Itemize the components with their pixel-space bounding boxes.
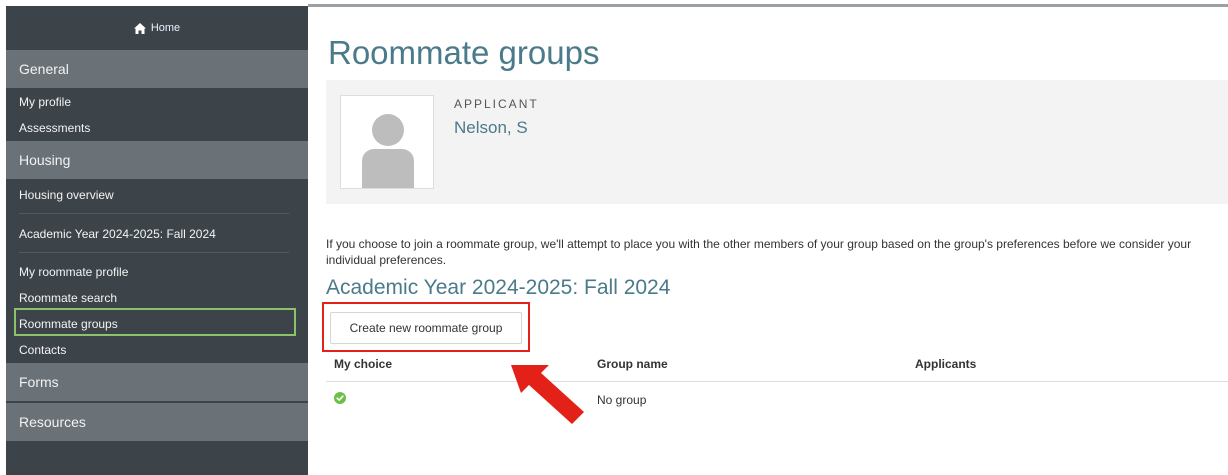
sidebar-item-assessments[interactable]: Assessments [19, 121, 90, 135]
section-housing[interactable]: Housing [6, 141, 308, 179]
sidebar-item-my-profile[interactable]: My profile [19, 95, 71, 109]
info-text: If you choose to join a roommate group, … [326, 237, 1192, 267]
sidebar: Home General My profile Assessments Hous… [6, 6, 308, 475]
page-title: Roommate groups [328, 34, 600, 71]
home-icon [133, 23, 146, 34]
sidebar-item-academic-year[interactable]: Academic Year 2024-2025: Fall 2024 [19, 227, 216, 241]
applicant-card: APPLICANT Nelson, S [326, 80, 1228, 204]
sidebar-divider [19, 213, 289, 214]
home-link[interactable]: Home [6, 6, 308, 50]
column-header-applicants: Applicants [915, 357, 977, 371]
applicant-name: Nelson, S [454, 118, 528, 137]
table-header-divider [326, 381, 1228, 382]
section-general-label: General [19, 61, 69, 77]
applicant-label: APPLICANT [454, 97, 539, 111]
highlight-box: Create new roommate group [322, 302, 530, 352]
sidebar-item-roommate-groups[interactable]: Roommate groups [19, 317, 118, 331]
sidebar-item-my-roommate-profile[interactable]: My roommate profile [19, 265, 128, 279]
sidebar-divider [19, 252, 289, 253]
section-forms-label: Forms [19, 374, 59, 390]
sidebar-item-roommate-search[interactable]: Roommate search [19, 291, 117, 305]
group-name-cell: No group [597, 393, 647, 407]
sidebar-item-housing-overview[interactable]: Housing overview [19, 188, 114, 202]
section-forms[interactable]: Forms [6, 363, 308, 401]
section-housing-label: Housing [19, 152, 71, 168]
term-heading: Academic Year 2024-2025: Fall 2024 [326, 276, 671, 299]
check-circle-icon[interactable] [334, 392, 346, 404]
main-content: Roommate groups APPLICANT Nelson, S If y… [308, 0, 1228, 475]
section-general[interactable]: General [6, 50, 308, 88]
section-resources-label: Resources [19, 414, 86, 430]
section-resources[interactable]: Resources [6, 403, 308, 441]
avatar-placeholder-icon [340, 95, 434, 189]
red-arrow-icon [511, 365, 584, 424]
home-label: Home [150, 22, 181, 34]
column-header-group-name: Group name [597, 357, 668, 371]
create-roommate-group-button[interactable]: Create new roommate group [330, 312, 522, 344]
column-header-my-choice: My choice [334, 357, 393, 371]
sidebar-item-contacts[interactable]: Contacts [19, 343, 66, 357]
